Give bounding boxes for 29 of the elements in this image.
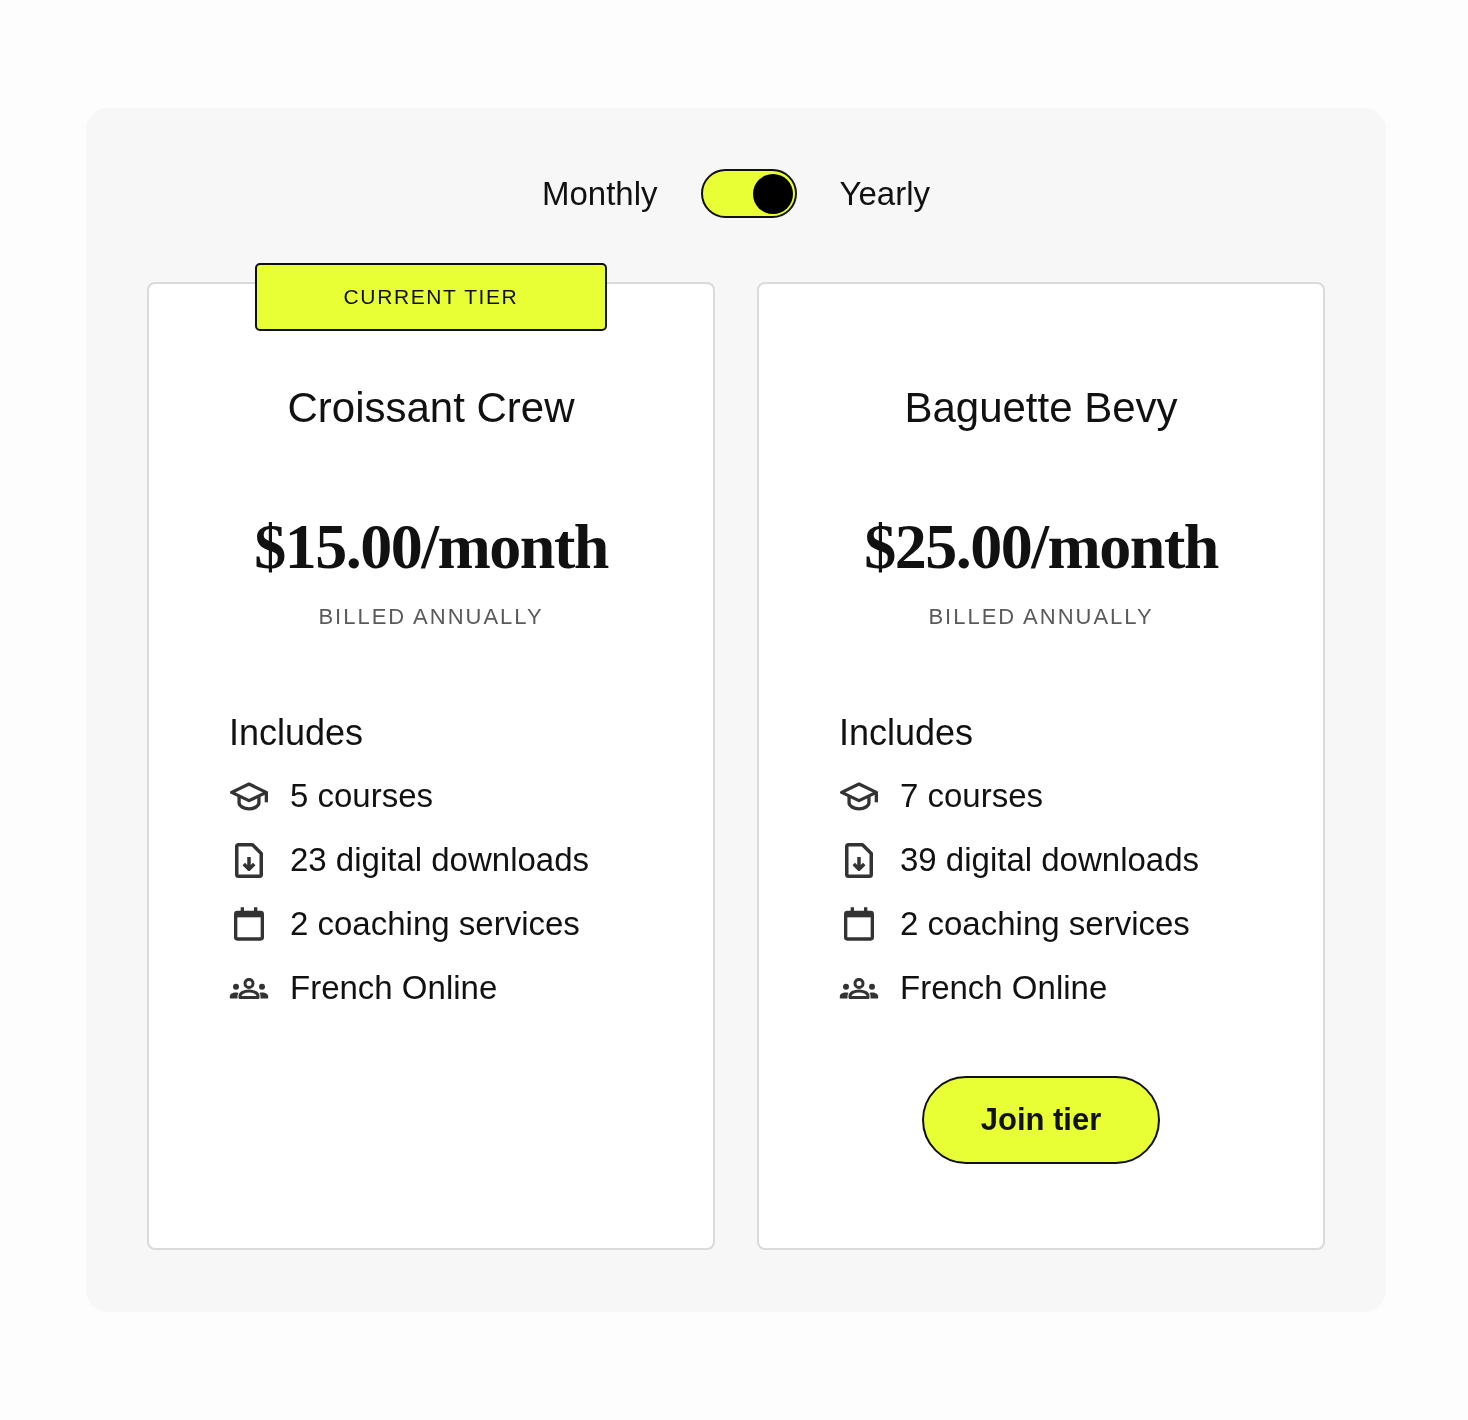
yearly-label: Yearly (839, 173, 931, 214)
includes-heading: Includes (839, 711, 975, 755)
feature-text: 7 courses (900, 776, 1044, 816)
billing-toggle[interactable] (700, 169, 797, 218)
monthly-label: Monthly (541, 173, 658, 214)
tier-price: $25.00/month (864, 510, 1218, 584)
file-download-icon (235, 842, 263, 878)
feature-text: 2 coaching services (290, 904, 580, 944)
tier-name: Croissant Crew (287, 383, 575, 433)
feature-text: French Online (900, 968, 1108, 1008)
group-icon (229, 977, 269, 999)
calendar-icon (234, 907, 264, 941)
graduation-cap-icon (840, 781, 878, 811)
graduation-cap-icon (230, 781, 268, 811)
file-download-icon (845, 842, 873, 878)
feature-text: 5 courses (290, 776, 434, 816)
current-tier-badge: CURRENT TIER (255, 263, 607, 331)
group-icon (839, 977, 879, 999)
feature-text: 2 coaching services (900, 904, 1190, 944)
feature-text: 23 digital downloads (290, 840, 590, 880)
tier-name: Baguette Bevy (904, 383, 1178, 433)
billing-note: BILLED ANNUALLY (928, 603, 1154, 631)
join-tier-button[interactable]: Join tier (922, 1076, 1160, 1164)
includes-heading: Includes (229, 711, 365, 755)
feature-text: French Online (290, 968, 498, 1008)
billing-note: BILLED ANNUALLY (318, 603, 544, 631)
calendar-icon (844, 907, 874, 941)
tier-price: $15.00/month (254, 510, 608, 584)
feature-text: 39 digital downloads (900, 840, 1200, 880)
